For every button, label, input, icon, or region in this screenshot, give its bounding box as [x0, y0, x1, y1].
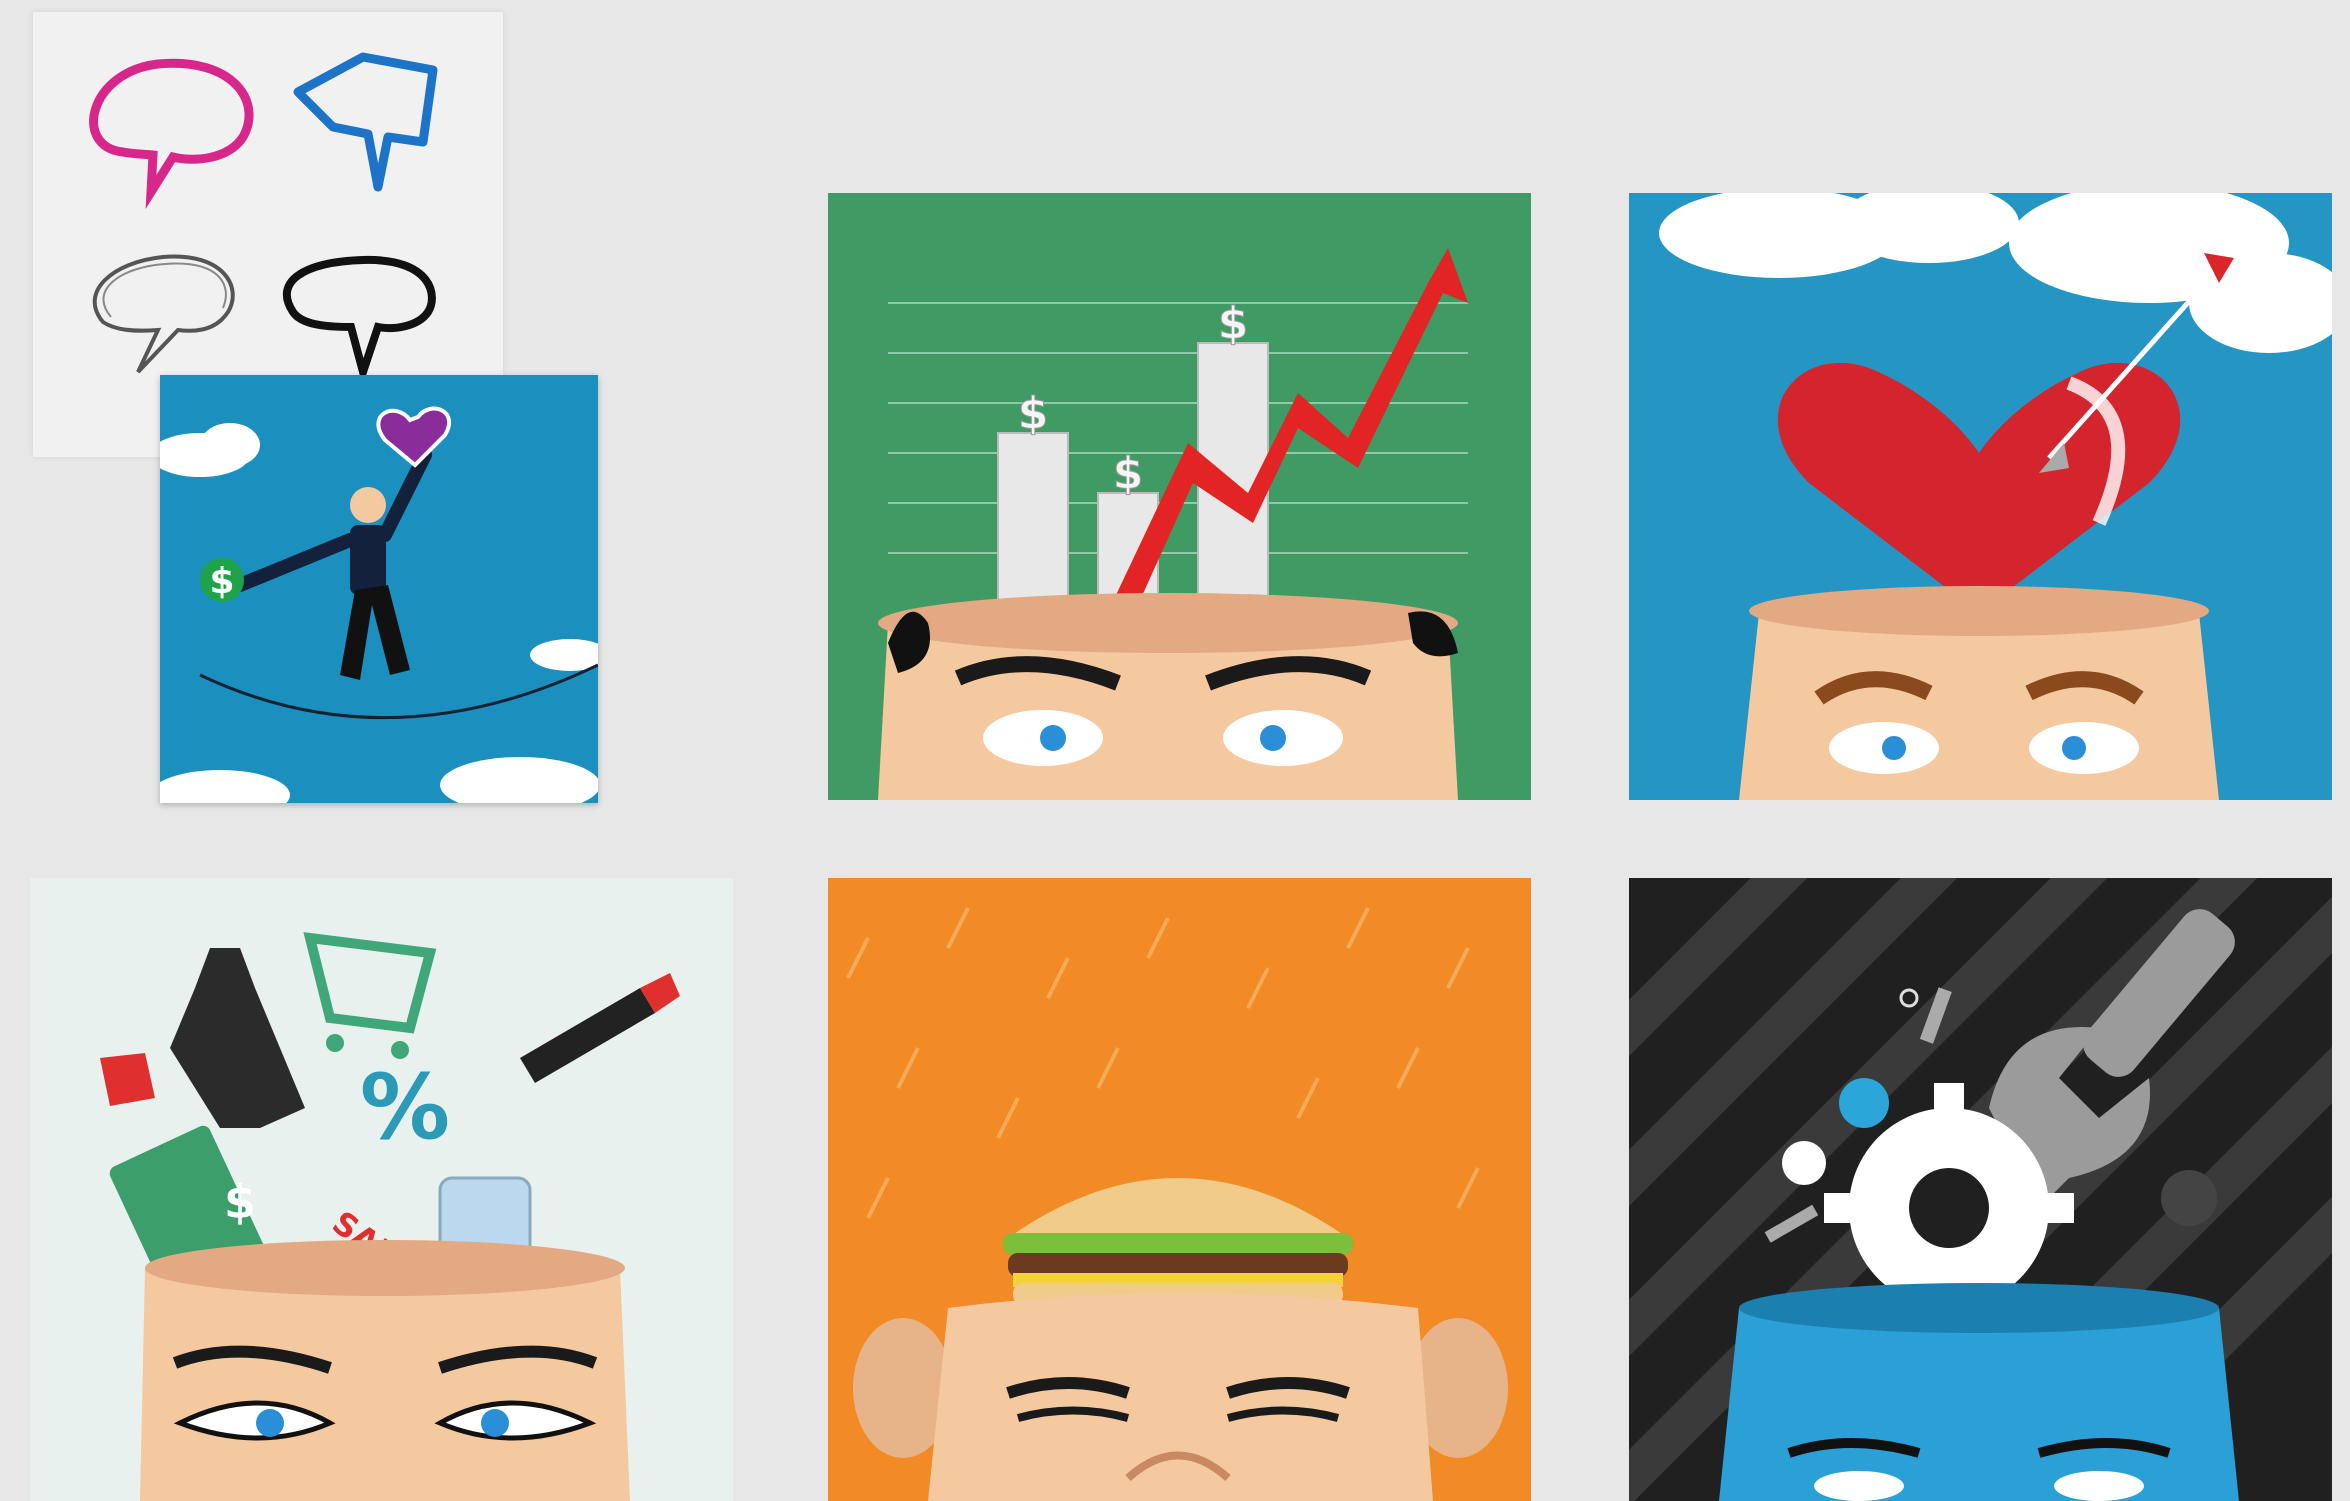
blue-speech-bubble-icon — [293, 52, 438, 192]
tightrope-illustration: $ — [160, 406, 598, 803]
money-dollar-sign: $ — [224, 1175, 256, 1229]
sketch-speech-bubble-icon-2 — [102, 262, 227, 318]
tightrope-line — [199, 663, 598, 720]
dollar-sign-icon: $ — [1018, 388, 1049, 439]
shopping-cart-icon — [303, 932, 437, 1034]
cart-wheel-left — [326, 1034, 344, 1052]
dollar-sign-icon: $ — [200, 558, 244, 602]
money-mind-panel: $ $ $ — [828, 193, 1531, 800]
lettuce-layer — [1003, 1233, 1353, 1255]
head-skin — [928, 1293, 1433, 1501]
pupil-left — [1882, 736, 1906, 760]
tightrope-businessman-panel: $ — [160, 375, 598, 803]
lipstick-icon — [520, 988, 655, 1083]
price-tag-icon — [100, 1053, 155, 1106]
red-heart-icon — [1777, 362, 2181, 613]
dollar-sign-icon-2: $ — [1113, 448, 1144, 499]
love-mind-panel — [1629, 193, 2332, 800]
money-mind-illustration: $ $ $ — [878, 248, 1468, 800]
gear-mind-illustration — [1629, 878, 2332, 1501]
shopping-mind-panel: % $ SALE — [30, 878, 733, 1501]
burger-mind-panel — [828, 878, 1531, 1501]
gear-mind-panel — [1629, 878, 2332, 1501]
dollar-sign-icon-3: $ — [1218, 298, 1249, 349]
pink-speech-bubble-icon — [89, 58, 254, 210]
dollar-sign-label: $ — [209, 561, 234, 602]
pupil-left — [1040, 725, 1066, 751]
businessman-figure — [233, 448, 432, 680]
love-mind-illustration — [1659, 193, 2332, 800]
sketch-speech-bubble-icon — [92, 254, 235, 374]
eye-left — [1814, 1471, 1904, 1501]
head-top-opening — [145, 1240, 625, 1296]
eye-right — [2054, 1471, 2144, 1501]
dress-icon — [170, 948, 305, 1128]
burger-mind-illustration — [846, 907, 1508, 1501]
head-top-opening — [878, 593, 1458, 653]
black-speech-bubble-icon — [283, 255, 436, 386]
cloud-icon — [1659, 193, 2332, 353]
pupil-right — [1260, 725, 1286, 751]
pupil-right — [481, 1409, 509, 1437]
head-top-opening — [1739, 1283, 2219, 1333]
rain-streaks — [846, 907, 1480, 1219]
small-blue-gear-icon — [1839, 1078, 1889, 1128]
burger-top-bun-icon — [1008, 1178, 1348, 1238]
purple-heart-icon — [376, 406, 452, 468]
washer-icon — [1899, 988, 1919, 1008]
pupil-left — [256, 1409, 284, 1437]
shopping-mind-illustration: % $ SALE — [100, 932, 680, 1501]
percent-sign-icon: % — [360, 1055, 450, 1160]
pupil-right — [2062, 736, 2086, 760]
small-dark-gear-icon — [2161, 1170, 2217, 1226]
small-white-gear-icon — [1782, 1141, 1826, 1185]
head-top-opening — [1749, 586, 2209, 636]
